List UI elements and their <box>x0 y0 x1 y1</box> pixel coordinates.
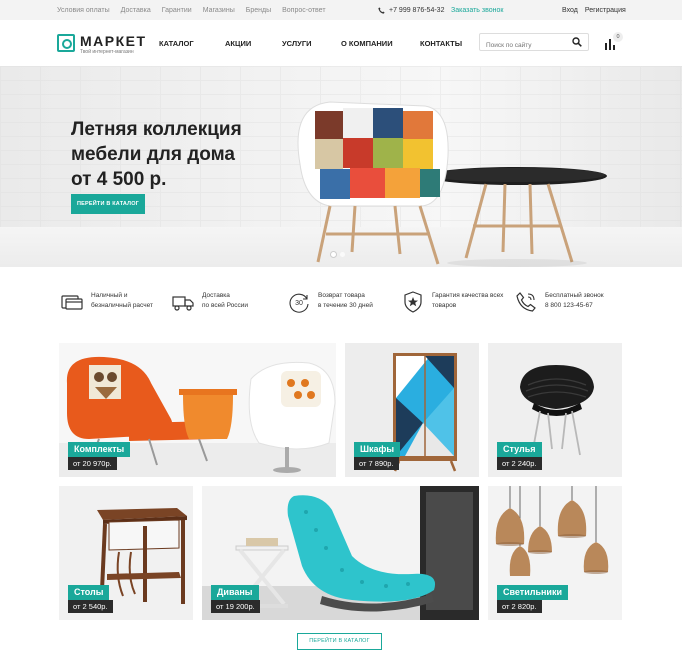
category-name: Шкафы <box>354 442 401 457</box>
category-name: Столы <box>68 585 110 600</box>
feature-return: 30 Возврат товара в течение 30 дней <box>288 291 373 313</box>
truck-icon <box>172 296 194 311</box>
feature-free-call: Бесплатный звонок 8 800 123-45-67 <box>515 291 604 313</box>
logo-icon <box>57 34 75 52</box>
search-input[interactable] <box>480 37 565 54</box>
search-box <box>479 33 589 54</box>
category-tile-cabinets[interactable]: Шкафы от 7 890р. <box>345 343 479 477</box>
slider-dot-1[interactable] <box>331 252 336 257</box>
register-link[interactable]: Регистрация <box>585 7 626 14</box>
feature-payment: Наличный и безналичный расчет <box>61 291 153 313</box>
category-tile-chairs[interactable]: Стулья от 2 240р. <box>488 343 622 477</box>
top-link-faq[interactable]: Вопрос-ответ <box>282 7 325 14</box>
return-30-icon: 30 <box>289 293 309 313</box>
top-phone[interactable]: +7 999 876-54-32 <box>378 7 444 14</box>
hero-title: Летняя коллекция мебели для дома от 4 50… <box>71 119 242 190</box>
logo-tagline: Твой интернет-магазин <box>80 49 134 55</box>
category-price: от 7 890р. <box>354 457 399 470</box>
return-30-label: 30 <box>295 300 303 307</box>
top-bar: Условия оплаты Доставка Гарантии Магазин… <box>0 0 682 20</box>
category-tile-tables[interactable]: Столы от 2 540р. <box>59 486 193 620</box>
top-links: Условия оплаты Доставка Гарантии Магазин… <box>57 7 326 14</box>
compare-count-badge: 0 <box>613 32 623 42</box>
bars-icon <box>605 39 615 50</box>
category-tile-sets[interactable]: Комплекты от 20 970р. <box>59 343 336 477</box>
shield-star-icon <box>404 291 422 313</box>
search-icon[interactable] <box>572 37 582 47</box>
wallet-card-icon <box>61 295 83 310</box>
category-price: от 2 820р. <box>497 600 542 613</box>
category-tile-lamps[interactable]: Светильники от 2 820р. <box>488 486 622 620</box>
slider-dots <box>331 252 345 257</box>
header: МАРКЕТ Твой интернет-магазин КАТАЛОГ АКЦ… <box>0 20 682 66</box>
feature-quality-text: Гарантия качества всех товаров <box>432 292 504 309</box>
top-phone-number: +7 999 876-54-32 <box>389 7 445 14</box>
hero-banner: Летняя коллекция мебели для дома от 4 50… <box>0 66 682 267</box>
category-name: Диваны <box>211 585 259 600</box>
nav-services[interactable]: УСЛУГИ <box>282 39 311 48</box>
phone-small-icon <box>378 7 385 14</box>
phone-icon <box>516 292 536 312</box>
category-price: от 19 200р. <box>211 600 260 613</box>
hero-catalog-button[interactable]: ПЕРЕЙТИ В КАТАЛОГ <box>71 194 145 214</box>
category-price: от 2 240р. <box>497 457 542 470</box>
top-link-stores[interactable]: Магазины <box>203 7 235 14</box>
nav-about[interactable]: О КОМПАНИИ <box>341 39 393 48</box>
slider-dot-2[interactable] <box>340 252 345 257</box>
features-row: Наличный и безналичный расчет Доставка п… <box>0 267 682 343</box>
feature-delivery-text: Доставка по всей России <box>202 292 249 309</box>
logo-name: МАРКЕТ <box>80 33 147 49</box>
nav-catalog[interactable]: КАТАЛОГ <box>159 39 194 48</box>
logo[interactable]: МАРКЕТ Твой интернет-магазин <box>57 34 147 55</box>
feature-delivery: Доставка по всей России <box>172 291 248 313</box>
top-link-guarantees[interactable]: Гарантии <box>162 7 192 14</box>
nav-contacts[interactable]: КОНТАКТЫ <box>420 39 462 48</box>
top-link-payment[interactable]: Условия оплаты <box>57 7 110 14</box>
category-name: Светильники <box>497 585 568 600</box>
compare-button[interactable]: 0 <box>605 32 623 50</box>
callback-link[interactable]: Заказать звонок <box>451 7 503 14</box>
feature-payment-text: Наличный и безналичный расчет <box>91 292 153 309</box>
top-link-delivery[interactable]: Доставка <box>121 7 151 14</box>
category-name: Комплекты <box>68 442 131 457</box>
category-name: Стулья <box>497 442 542 457</box>
feature-quality: Гарантия качества всех товаров <box>402 291 503 313</box>
auth-links: Вход Регистрация <box>562 7 626 14</box>
category-tile-sofas[interactable]: Диваны от 19 200р. <box>202 486 479 620</box>
top-link-brands[interactable]: Бренды <box>246 7 271 14</box>
nav-promotions[interactable]: АКЦИИ <box>225 39 251 48</box>
feature-return-text: Возврат товара в течение 30 дней <box>318 292 373 309</box>
login-link[interactable]: Вход <box>562 7 578 14</box>
feature-free-call-text: Бесплатный звонок 8 800 123-45-67 <box>545 292 604 309</box>
category-price: от 20 970р. <box>68 457 117 470</box>
category-price: от 2 540р. <box>68 600 113 613</box>
catalog-button[interactable]: ПЕРЕЙТИ В КАТАЛОГ <box>297 633 382 650</box>
